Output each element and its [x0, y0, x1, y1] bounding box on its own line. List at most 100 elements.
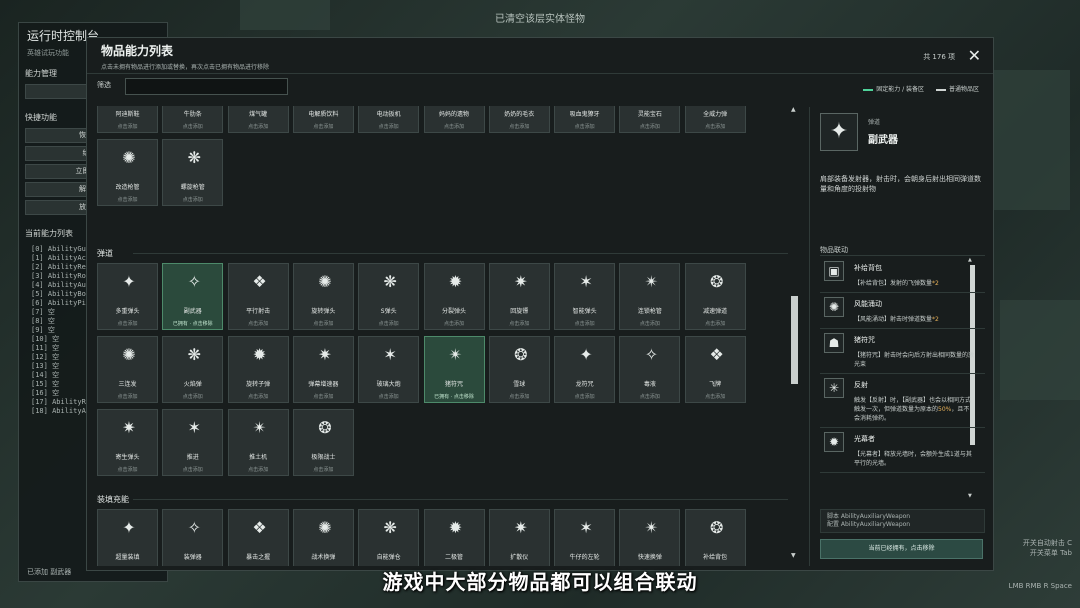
detail-panel: ✦ 弹道 副武器 肩部装备发射器，射击时，会朝身后射出相同弹道数量和角度的投射物…	[809, 107, 992, 566]
item-card[interactable]: ❋ S弹头 点击添加	[358, 263, 420, 330]
item-card[interactable]: ❋ 火焰弹 点击添加	[162, 336, 224, 403]
item-card[interactable]: ❂全威力弹点击添加	[684, 106, 746, 133]
script-info: 脚本 AbilityAuxiliaryWeapon 配置 AbilityAuxi…	[820, 509, 985, 533]
thrust-icon: ✶	[187, 418, 201, 437]
detail-description: 肩部装备发射器，射击时，会朝身后射出相同弹道数量和角度的投射物	[820, 175, 981, 193]
item-status: 点击添加	[639, 394, 660, 400]
item-card[interactable]: ✷ 寄生弹头 点击添加	[97, 409, 158, 476]
scroll-down-icon[interactable]: ▼	[791, 552, 796, 559]
item-card[interactable]: ✦ 超量装填	[97, 509, 158, 566]
item-card[interactable]: ✦阿迪斯鞋点击添加	[97, 106, 158, 133]
remove-item-button[interactable]: 当前已经拥有，点击移除	[820, 539, 983, 559]
item-name: 妈妈的遗物	[438, 111, 469, 118]
item-name: 推土机	[249, 454, 268, 461]
item-name: 平行射击	[246, 308, 271, 315]
item-ability-modal: 物品能力列表 点击未拥有物品进行添加或替换，再次点击已拥有物品进行移除 共 17…	[86, 37, 994, 571]
item-card[interactable]: ✺ 三连发 点击添加	[97, 336, 158, 403]
close-icon[interactable]: ✕	[968, 46, 981, 65]
filter-input[interactable]	[125, 78, 288, 95]
item-card[interactable]: ❂ 补给背包	[684, 509, 746, 566]
item-card[interactable]: ❂ 雪球 点击添加	[488, 336, 550, 403]
item-name: 战术换弹	[311, 554, 336, 561]
item-card[interactable]: ✴ 猪符咒 已拥有 · 点击移除	[423, 336, 485, 403]
item-card[interactable]: ❖ 飞牌 点击添加	[684, 336, 746, 403]
item-status: 点击添加	[705, 394, 726, 400]
item-status: 点击添加	[248, 467, 269, 473]
overload-icon: ✦	[122, 518, 136, 537]
item-name: 扩散仪	[510, 554, 529, 561]
legend-fixed-label: 固定能力 / 装备区	[876, 86, 925, 93]
item-card[interactable]: ✺电解质饮料点击添加	[292, 106, 354, 133]
section-title-reload: 装填充能	[97, 495, 129, 504]
item-card[interactable]: ✺ 战术换弹	[292, 509, 354, 566]
pig-icon: ✴	[448, 345, 463, 364]
item-card[interactable]: ✺ 旋转弹头 点击添加	[292, 263, 354, 330]
item-card[interactable]: ✹ 二极管	[423, 509, 485, 566]
item-card[interactable]: ✹妈妈的遗物点击添加	[423, 106, 485, 133]
link-desc-text: 【猪符咒】射击时会向后方射出相同数量的激光束	[854, 352, 975, 368]
item-card[interactable]: ✴ 连锁枪管 点击添加	[619, 263, 681, 330]
scroll-thumb[interactable]	[791, 296, 798, 384]
links-scroll-down-icon[interactable]: ▼	[968, 493, 972, 499]
item-status: 已拥有 · 点击移除	[434, 394, 474, 400]
item-card[interactable]: ❋电动扳机点击添加	[358, 106, 420, 133]
item-card[interactable]: ✦ 龙符咒 点击添加	[554, 336, 616, 403]
item-card[interactable]: ✹ 旋转子弹 点击添加	[227, 336, 289, 403]
item-status: 已拥有 · 点击移除	[172, 321, 213, 327]
item-card[interactable]: ✶ 推进点击添加	[162, 409, 224, 476]
item-name: 推进	[186, 454, 199, 461]
item-status: 点击添加	[378, 321, 399, 327]
item-status: 点击添加	[182, 197, 203, 203]
item-card[interactable]: ✧牛肋条点击添加	[162, 106, 224, 133]
item-card[interactable]: ✹ 分裂弹头 点击添加	[423, 263, 485, 330]
item-card[interactable]: ✶ 玻璃大炮 点击添加	[358, 336, 420, 403]
item-name: 改造枪管	[115, 184, 140, 191]
link-desc-highlight: *2	[932, 280, 939, 287]
item-card[interactable]: ✧ 毒液 点击添加	[619, 336, 681, 403]
item-card[interactable]: ✷ 回旋镖 点击添加	[488, 263, 550, 330]
item-card[interactable]: ❖ 暴击之握	[227, 509, 289, 566]
item-status: 点击添加	[313, 394, 334, 400]
link-desc: 【光幕者】释放光墙时，会额外生成1道与其平行的光墙。	[854, 450, 974, 468]
item-card[interactable]: ✷奶奶的毛衣点击添加	[488, 106, 550, 133]
scroll-up-icon[interactable]: ▲	[791, 106, 796, 113]
item-card[interactable]: ❖ 平行射击 点击添加	[227, 263, 289, 330]
item-card[interactable]: ❂ 减速弹道 点击添加	[684, 263, 746, 330]
item-card[interactable]: ✶ 牛仔的左轮	[554, 509, 616, 566]
item-card[interactable]: ✷ 弹幕增速器 点击添加	[292, 336, 354, 403]
item-card[interactable]: ✴灵能宝石点击添加	[619, 106, 681, 133]
item-name: 奶奶的毛衣	[504, 111, 535, 118]
item-name: 极限战士	[311, 454, 336, 461]
item-name: 补给背包	[703, 554, 728, 561]
item-status: 点击添加	[117, 197, 138, 203]
item-card[interactable]: ✧ 副武器 已拥有 · 点击移除	[162, 263, 224, 330]
secondary-icon: ✧	[187, 272, 201, 291]
legend-normal-swatch	[935, 88, 946, 91]
item-card[interactable]: ✶吸血鬼獠牙点击添加	[554, 106, 616, 133]
item-card[interactable]: ❋ 自能弹仓	[358, 509, 420, 566]
item-status: 点击添加	[705, 124, 726, 130]
item-card[interactable]: ❂ 极限战士 点击添加	[292, 409, 354, 476]
item-card[interactable]: ✴ 快速换弹	[619, 509, 681, 566]
chain-icon: ✴	[644, 272, 659, 291]
item-status: 点击添加	[313, 321, 334, 327]
item-card[interactable]: ✶ 智能弹头 点击添加	[554, 263, 616, 330]
boomerang-icon: ✷	[514, 272, 528, 291]
links-divider	[820, 255, 985, 256]
item-card[interactable]: ✺ 改造枪管 点击添加	[97, 139, 158, 206]
item-card[interactable]: ❋ 螺旋枪管 点击添加	[162, 139, 224, 206]
item-name: S弹头	[380, 308, 397, 315]
item-card[interactable]: ❖煤气罐点击添加	[227, 106, 289, 133]
script-line: 脚本 AbilityAuxiliaryWeapon	[827, 513, 911, 520]
item-card[interactable]: ✧ 装弹器	[162, 509, 224, 566]
item-card[interactable]: ✴ 推土机 点击添加	[227, 409, 289, 476]
item-count: 共 176 项	[923, 53, 955, 61]
detail-category: 弹道	[868, 119, 881, 126]
item-card[interactable]: ✷ 扩散仪	[488, 509, 550, 566]
grid-scrollbar[interactable]: ▲ ▼	[791, 106, 798, 559]
triple-icon: ✺	[122, 345, 136, 364]
item-status: 点击添加	[509, 124, 530, 130]
item-card[interactable]: ✦ 多重弹头 点击添加	[97, 263, 158, 330]
item-name: 牛肋条	[183, 111, 202, 118]
item-status: 点击添加	[182, 467, 203, 473]
